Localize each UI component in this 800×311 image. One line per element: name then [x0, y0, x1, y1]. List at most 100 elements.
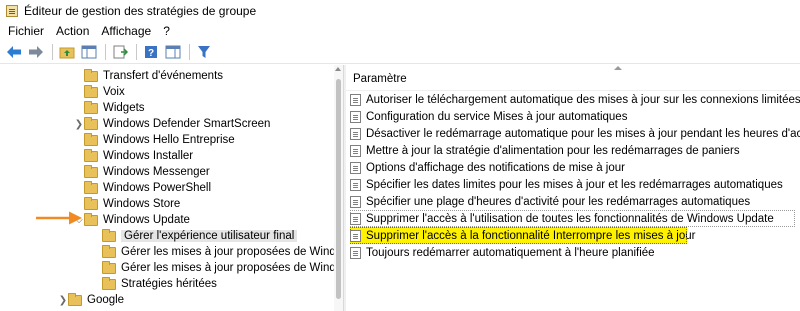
policy-item[interactable]: Configuration du service Mises à jour au… [350, 108, 627, 125]
help-button[interactable]: ? [141, 42, 161, 62]
show-hide-action-pane-button[interactable] [163, 42, 183, 62]
toolbar-separator [52, 43, 53, 60]
policy-label: Autoriser le téléchargement automatique … [366, 93, 800, 106]
tree-item-label: Windows Hello Entreprise [103, 134, 235, 146]
tree-item-label: Voix [103, 86, 125, 98]
tree-item-label: Stratégies héritées [121, 278, 217, 290]
tree-item[interactable]: Stratégies héritées [92, 276, 217, 292]
policy-item[interactable]: Spécifier une plage d'heures d'activité … [350, 193, 750, 210]
policy-item[interactable]: Désactiver le redémarrage automatique po… [350, 125, 800, 142]
policy-item[interactable]: Spécifier les dates limites pour les mis… [350, 176, 783, 193]
policy-label: Supprimer l'accès à l'utilisation de tou… [366, 212, 774, 225]
tree-item[interactable]: Voix [74, 84, 125, 100]
policy-setting-icon [350, 93, 361, 106]
filter-icon [198, 45, 210, 58]
policy-label: Désactiver le redémarrage automatique po… [366, 127, 800, 140]
back-button[interactable] [4, 42, 24, 62]
folder-icon [102, 260, 116, 274]
folder-icon [84, 196, 98, 210]
tree-item-label: Google [87, 294, 125, 306]
tree-item[interactable]: Windows Installer [74, 148, 193, 164]
chevron-right-icon[interactable]: ❯ [58, 292, 68, 308]
show-hide-tree-icon [81, 45, 97, 58]
up-one-level-button[interactable] [57, 42, 77, 62]
scroll-up-arrow-icon[interactable] [335, 67, 341, 71]
policy-item-highlighted[interactable]: Supprimer l'accès à la fonctionnalité In… [350, 227, 695, 244]
annotation-arrow-icon [36, 211, 82, 225]
folder-icon [68, 292, 82, 306]
help-icon: ? [145, 45, 157, 59]
tree-item-label: Gérer l'expérience utilisateur final [121, 230, 298, 242]
tree-item-selected[interactable]: Gérer l'expérience utilisateur final [92, 228, 298, 244]
tree-scrollbar[interactable] [334, 65, 343, 311]
tree-item-label: Windows Store [103, 198, 181, 210]
tree-item[interactable]: ❯ Windows Defender SmartScreen [74, 116, 270, 132]
menu-help[interactable]: ? [159, 24, 174, 38]
policy-label: Mettre à jour la stratégie d'alimentatio… [366, 144, 740, 157]
tree-item-label: Transfert d'événements [103, 70, 224, 82]
folder-icon [84, 164, 98, 178]
folder-icon [102, 244, 116, 258]
policy-label: Spécifier les dates limites pour les mis… [366, 178, 783, 191]
policy-label: Supprimer l'accès à la fonctionnalité In… [366, 229, 696, 242]
tree-item-label: Windows Update [103, 214, 190, 226]
policy-item[interactable]: Mettre à jour la stratégie d'alimentatio… [350, 142, 740, 159]
menu-bar: Fichier Action Affichage ? [0, 22, 800, 40]
column-header-parametre[interactable]: Paramètre [346, 70, 407, 88]
toolbar-separator [105, 43, 106, 60]
back-arrow-icon [7, 45, 21, 58]
filter-button[interactable] [194, 42, 214, 62]
toolbar-separator [136, 43, 137, 60]
gpedit-app-icon [6, 5, 18, 17]
tree-item-windows-update[interactable]: ⌵ Windows Update [74, 212, 190, 228]
policy-label: Configuration du service Mises à jour au… [366, 110, 628, 123]
tree-item-label: Gérer les mises à jour proposées de Wind… [121, 246, 343, 258]
tree-item[interactable]: Gérer les mises à jour proposées de Wind… [92, 244, 343, 260]
policy-item[interactable]: Supprimer l'accès à l'utilisation de tou… [350, 210, 795, 227]
menu-affichage[interactable]: Affichage [97, 24, 155, 38]
policy-setting-icon [350, 212, 361, 225]
forward-arrow-icon [29, 45, 43, 58]
policy-item[interactable]: Options d'affichage des notifications de… [350, 159, 625, 176]
show-hide-tree-button[interactable] [79, 42, 99, 62]
forward-button[interactable] [26, 42, 46, 62]
folder-icon [84, 180, 98, 194]
folder-icon [84, 84, 98, 98]
export-list-button[interactable] [110, 42, 130, 62]
tree-item-label: Windows Messenger [103, 166, 210, 178]
tree-pane[interactable]: Transfert d'événements Voix Widgets ❯ Wi… [0, 65, 343, 311]
policy-setting-icon [350, 178, 361, 191]
policy-item[interactable]: Autoriser le téléchargement automatique … [350, 91, 800, 108]
tree-item[interactable]: ❯ Google [58, 292, 124, 308]
tree-item[interactable]: Windows PowerShell [74, 180, 211, 196]
show-hide-action-icon [165, 45, 181, 58]
policy-setting-icon [350, 144, 361, 157]
svg-text:?: ? [148, 48, 154, 59]
menu-fichier[interactable]: Fichier [4, 24, 48, 38]
window-title: Éditeur de gestion des stratégies de gro… [24, 4, 257, 18]
policy-label: Options d'affichage des notifications de… [366, 161, 625, 174]
folder-icon [84, 68, 98, 82]
policy-item[interactable]: Toujours redémarrer automatiquement à l'… [350, 244, 655, 261]
tree-item[interactable]: Windows Messenger [74, 164, 210, 180]
chevron-right-icon[interactable]: ❯ [74, 116, 84, 132]
tree-item-label: Windows Defender SmartScreen [103, 118, 271, 130]
tree-item[interactable]: Widgets [74, 100, 145, 116]
tree-item[interactable]: Transfert d'événements [74, 68, 223, 84]
menu-action[interactable]: Action [52, 24, 93, 38]
tree-item[interactable]: Windows Store [74, 196, 180, 212]
scrollbar-thumb[interactable] [336, 79, 341, 299]
tree-item-label: Widgets [103, 102, 145, 114]
policy-label: Spécifier une plage d'heures d'activité … [366, 195, 751, 208]
tree-item[interactable]: Gérer les mises à jour proposées de Wind… [92, 260, 343, 276]
policy-setting-icon [350, 229, 361, 242]
tree-item[interactable]: Windows Hello Entreprise [74, 132, 235, 148]
up-folder-icon [59, 47, 75, 58]
